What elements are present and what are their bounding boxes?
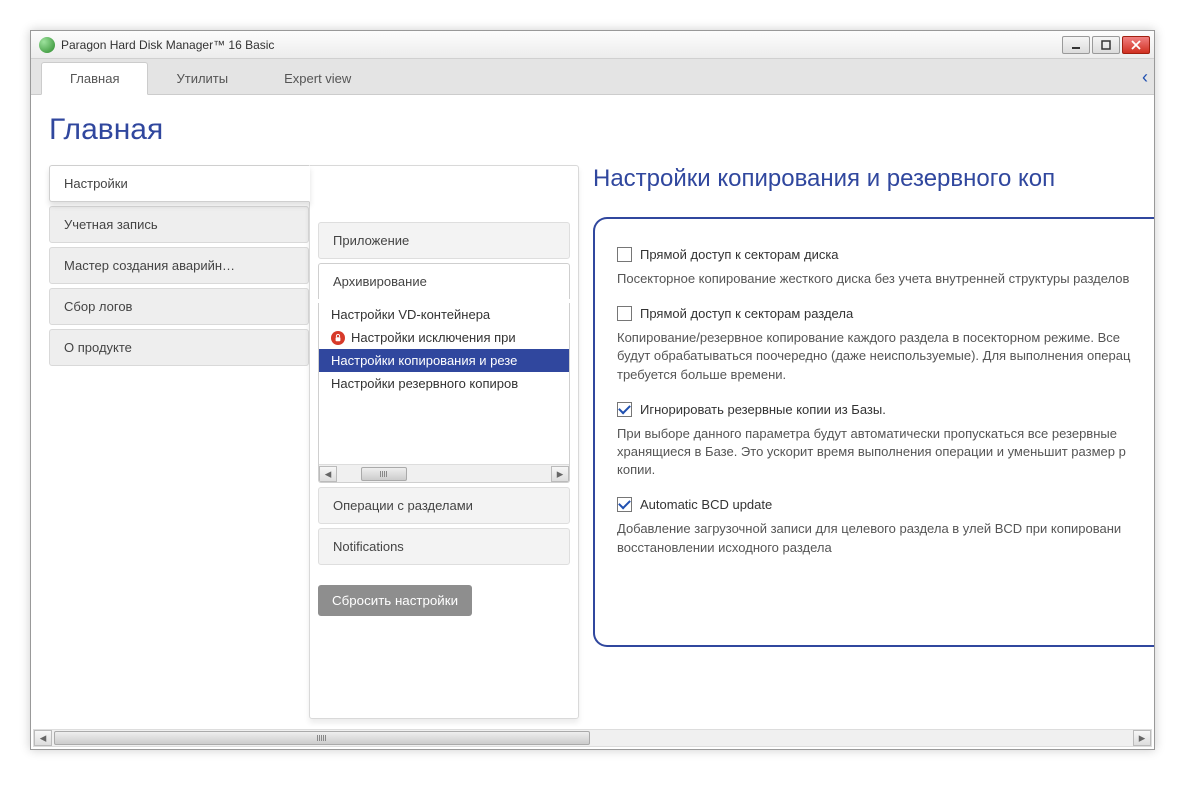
app-window: Paragon Hard Disk Manager™ 16 Basic Глав… xyxy=(30,30,1155,750)
subitem-exclusion[interactable]: Настройки исключения при xyxy=(319,326,569,349)
subitem-label: Настройки копирования и резе xyxy=(331,353,517,368)
scroll-left-icon[interactable]: ◂ xyxy=(34,730,52,746)
subitem-label: Настройки исключения при xyxy=(351,330,516,345)
category-notifications[interactable]: Notifications xyxy=(318,528,570,565)
category-partitions[interactable]: Операции с разделами xyxy=(318,487,570,524)
category-application[interactable]: Приложение xyxy=(318,222,570,259)
left-navigation: Настройки Учетная запись Мастер создания… xyxy=(49,165,309,719)
option-label: Игнорировать резервные копии из Базы. xyxy=(640,402,886,417)
nav-rescue-wizard[interactable]: Мастер создания аварийн… xyxy=(49,247,309,284)
option-label: Прямой доступ к секторам диска xyxy=(640,247,839,262)
minimize-button[interactable] xyxy=(1062,36,1090,54)
scrollbar-thumb[interactable] xyxy=(361,467,407,481)
option-partition-sector-access[interactable]: Прямой доступ к секторам раздела xyxy=(617,306,1144,321)
tab-main[interactable]: Главная xyxy=(41,62,148,95)
checkbox-icon[interactable] xyxy=(617,497,632,512)
window-horizontal-scrollbar[interactable]: ◂ ▸ xyxy=(33,729,1152,747)
option-description: Копирование/резервное копирование каждог… xyxy=(617,329,1144,384)
subitem-label: Настройки резервного копиров xyxy=(331,376,518,391)
titlebar: Paragon Hard Disk Manager™ 16 Basic xyxy=(31,31,1154,59)
page-title: Главная xyxy=(49,113,1154,147)
option-label: Прямой доступ к секторам раздела xyxy=(640,306,853,321)
subitem-backup[interactable]: Настройки резервного копиров xyxy=(319,372,569,395)
scroll-right-icon[interactable]: ▸ xyxy=(551,466,569,482)
option-label: Automatic BCD update xyxy=(640,497,772,512)
detail-title: Настройки копирования и резервного коп xyxy=(593,165,1154,193)
app-icon xyxy=(39,37,55,53)
subitem-copy-backup[interactable]: Настройки копирования и резе xyxy=(319,349,569,372)
scroll-right-icon[interactable]: ▸ xyxy=(1133,730,1151,746)
settings-categories: Приложение Архивирование Настройки VD-ко… xyxy=(309,165,579,719)
main-tabs: Главная Утилиты Expert view ‹ xyxy=(31,59,1154,95)
detail-panel: Прямой доступ к секторам диска Посекторн… xyxy=(593,217,1154,647)
option-automatic-bcd-update[interactable]: Automatic BCD update xyxy=(617,497,1144,512)
subitem-vd-container[interactable]: Настройки VD-контейнера xyxy=(319,303,569,326)
option-description: Добавление загрузочной записи для целево… xyxy=(617,520,1144,556)
option-description: При выборе данного параметра будут автом… xyxy=(617,425,1144,480)
nav-account[interactable]: Учетная запись xyxy=(49,206,309,243)
category-archiving[interactable]: Архивирование xyxy=(318,263,570,299)
nav-settings[interactable]: Настройки xyxy=(49,165,310,202)
option-disk-sector-access[interactable]: Прямой доступ к секторам диска xyxy=(617,247,1144,262)
tab-expert-view[interactable]: Expert view xyxy=(256,63,379,94)
archiving-sublist: Настройки VD-контейнера Настройки исключ… xyxy=(318,303,570,483)
overflow-indicator: ‹ xyxy=(1142,67,1148,88)
reset-settings-button[interactable]: Сбросить настройки xyxy=(318,585,472,616)
option-description: Посекторное копирование жесткого диска б… xyxy=(617,270,1144,288)
tab-utilities[interactable]: Утилиты xyxy=(148,63,256,94)
maximize-button[interactable] xyxy=(1092,36,1120,54)
scroll-left-icon[interactable]: ◂ xyxy=(319,466,337,482)
checkbox-icon[interactable] xyxy=(617,402,632,417)
sublist-horizontal-scrollbar[interactable]: ◂ ▸ xyxy=(319,464,569,482)
scrollbar-thumb[interactable] xyxy=(54,731,590,745)
detail-pane: Настройки копирования и резервного коп П… xyxy=(579,165,1154,719)
option-ignore-backups-from-base[interactable]: Игнорировать резервные копии из Базы. xyxy=(617,402,1144,417)
subitem-label: Настройки VD-контейнера xyxy=(331,307,490,322)
nav-about[interactable]: О продукте xyxy=(49,329,309,366)
checkbox-icon[interactable] xyxy=(617,306,632,321)
content-area: Главная Настройки Учетная запись Мастер … xyxy=(31,95,1154,727)
nav-logs[interactable]: Сбор логов xyxy=(49,288,309,325)
window-title: Paragon Hard Disk Manager™ 16 Basic xyxy=(61,38,1062,52)
lock-icon xyxy=(331,331,345,345)
checkbox-icon[interactable] xyxy=(617,247,632,262)
close-button[interactable] xyxy=(1122,36,1150,54)
